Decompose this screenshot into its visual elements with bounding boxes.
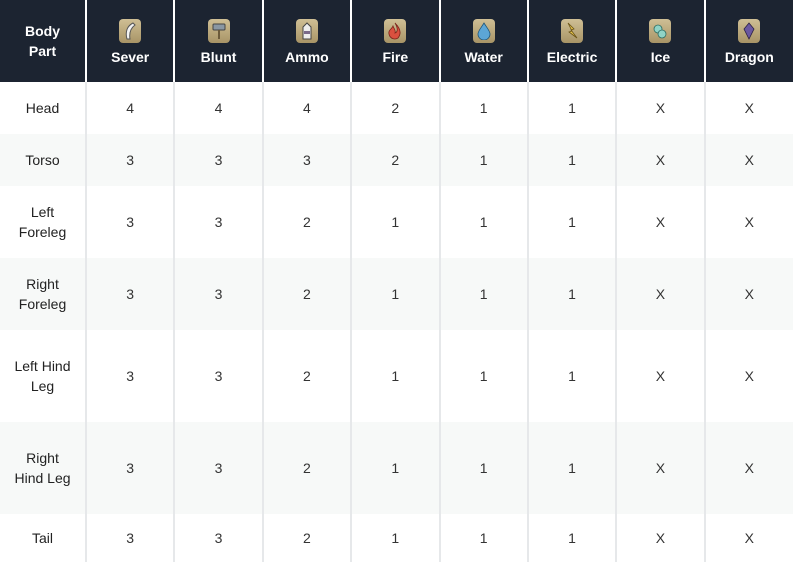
value-cell: 1: [438, 82, 528, 134]
body-part-cell: Left Foreleg: [0, 186, 86, 258]
header-label: Blunt: [200, 49, 237, 65]
header-label: Ice: [650, 49, 671, 65]
value-cell: X: [703, 330, 793, 422]
table-row: Torso 3 3 3 2 1 1 X X: [0, 134, 793, 186]
value-cell: 3: [84, 330, 175, 422]
value-cell: 1: [526, 514, 617, 562]
value-cell: 3: [84, 422, 175, 514]
value-cell: X: [703, 422, 793, 514]
value-cell: 1: [526, 186, 617, 258]
value-cell: 1: [350, 186, 440, 258]
value-cell: 1: [438, 514, 528, 562]
value-cell: 1: [526, 330, 617, 422]
value-cell: 2: [261, 258, 352, 330]
claw-slash-icon: [119, 19, 142, 43]
value-cell: 3: [84, 258, 175, 330]
value-cell: 1: [350, 514, 440, 562]
value-cell: 1: [526, 258, 617, 330]
value-cell: 2: [350, 82, 440, 134]
header-label: Water: [464, 49, 503, 65]
header-row: Body Part Sever Blunt Ammo Fire Water El…: [0, 0, 793, 82]
body-part-cell: Left Hind Leg: [0, 330, 86, 422]
dragon-gem-icon: [738, 19, 761, 43]
value-cell: 3: [173, 330, 263, 422]
value-cell: X: [615, 514, 705, 562]
value-cell: X: [703, 514, 793, 562]
table-row: Right Hind Leg 3 3 2 1 1 1 X X: [0, 422, 793, 514]
ice-crystal-icon: [649, 19, 672, 43]
header-ice: Ice: [615, 0, 705, 82]
header-label: Fire: [382, 49, 409, 65]
header-body-part: Body Part: [0, 0, 86, 82]
value-cell: 3: [84, 514, 175, 562]
value-cell: X: [703, 258, 793, 330]
value-cell: X: [615, 186, 705, 258]
table-row: Tail 3 3 2 1 1 1 X X: [0, 514, 793, 562]
header-sever: Sever: [84, 0, 175, 82]
value-cell: X: [615, 134, 705, 186]
value-cell: 2: [261, 514, 352, 562]
value-cell: 1: [350, 330, 440, 422]
value-cell: 1: [438, 134, 528, 186]
header-label: Ammo: [285, 49, 329, 65]
header-fire: Fire: [350, 0, 440, 82]
body-part-cell: Right Foreleg: [0, 258, 86, 330]
value-cell: 1: [438, 422, 528, 514]
value-cell: 2: [261, 330, 352, 422]
value-cell: 1: [438, 258, 528, 330]
value-cell: 4: [173, 82, 263, 134]
value-cell: 4: [84, 82, 175, 134]
table-row: Left Foreleg 3 3 2 1 1 1 X X: [0, 186, 793, 258]
value-cell: X: [615, 330, 705, 422]
hammer-icon: [207, 19, 230, 43]
header-dragon: Dragon: [703, 0, 793, 82]
value-cell: X: [615, 82, 705, 134]
thunder-icon: [561, 19, 584, 43]
value-cell: 2: [350, 134, 440, 186]
value-cell: 3: [173, 514, 263, 562]
table-row: Left Hind Leg 3 3 2 1 1 1 X X: [0, 330, 793, 422]
header-label: Electric: [546, 49, 598, 65]
header-ammo: Ammo: [261, 0, 352, 82]
value-cell: X: [703, 134, 793, 186]
header-water: Water: [438, 0, 528, 82]
value-cell: 2: [261, 186, 352, 258]
value-cell: 1: [526, 134, 617, 186]
body-part-cell: Torso: [0, 134, 86, 186]
header-label: Sever: [111, 49, 150, 65]
value-cell: 1: [350, 258, 440, 330]
table-row: Head 4 4 4 2 1 1 X X: [0, 82, 793, 134]
header-blunt: Blunt: [173, 0, 263, 82]
header-label: Dragon: [724, 49, 774, 65]
body-part-cell: Head: [0, 82, 86, 134]
header-electric: Electric: [526, 0, 617, 82]
fire-icon: [384, 19, 407, 43]
value-cell: 1: [438, 186, 528, 258]
value-cell: 3: [261, 134, 352, 186]
weakness-table: Body Part Sever Blunt Ammo Fire Water El…: [0, 0, 793, 562]
body-part-cell: Tail: [0, 514, 86, 562]
body-part-cell: Right Hind Leg: [0, 422, 86, 514]
value-cell: 3: [173, 186, 263, 258]
table-row: Right Foreleg 3 3 2 1 1 1 X X: [0, 258, 793, 330]
value-cell: 3: [173, 258, 263, 330]
header-label: Body Part: [25, 23, 60, 59]
value-cell: X: [703, 186, 793, 258]
value-cell: 3: [173, 134, 263, 186]
value-cell: 3: [84, 134, 175, 186]
value-cell: X: [703, 82, 793, 134]
value-cell: 1: [438, 330, 528, 422]
ammo-pouch-icon: [295, 19, 318, 43]
value-cell: 3: [84, 186, 175, 258]
value-cell: X: [615, 422, 705, 514]
value-cell: 2: [261, 422, 352, 514]
value-cell: 1: [350, 422, 440, 514]
value-cell: 1: [526, 422, 617, 514]
value-cell: 1: [526, 82, 617, 134]
value-cell: 4: [261, 82, 352, 134]
water-drop-icon: [472, 19, 495, 43]
value-cell: 3: [173, 422, 263, 514]
value-cell: X: [615, 258, 705, 330]
